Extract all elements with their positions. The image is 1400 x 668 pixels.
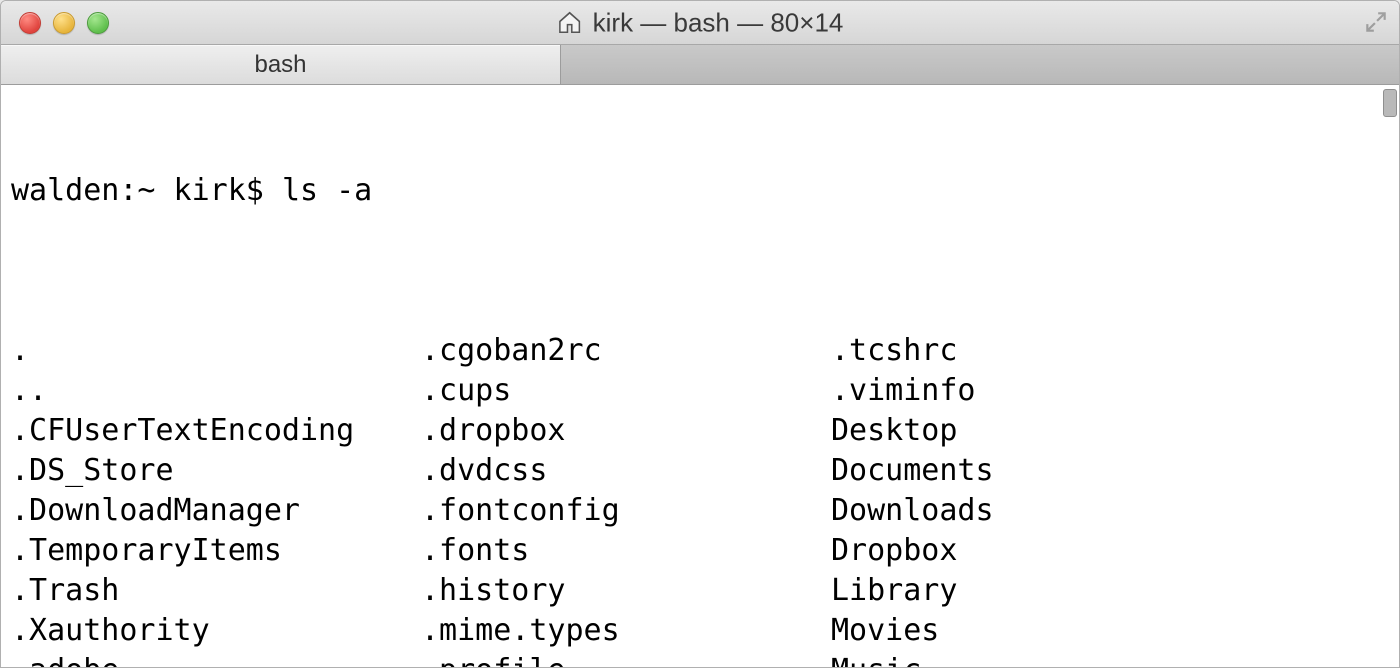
list-item: Downloads xyxy=(831,491,1389,531)
list-item: .DownloadManager xyxy=(11,491,421,531)
list-item: Documents xyxy=(831,451,1389,491)
tab-bash[interactable]: bash xyxy=(1,45,561,84)
window-title-text: kirk — bash — 80×14 xyxy=(593,7,844,38)
list-item: .. xyxy=(11,371,421,411)
list-item: Library xyxy=(831,571,1389,611)
list-item: .history xyxy=(421,571,831,611)
list-item: .dropbox xyxy=(421,411,831,451)
list-item: .mime.types xyxy=(421,611,831,651)
list-item: Movies xyxy=(831,611,1389,651)
ls-output: . .. .CFUserTextEncoding .DS_Store .Down… xyxy=(11,331,1389,667)
fullscreen-icon[interactable] xyxy=(1363,9,1389,35)
list-item: .cgoban2rc xyxy=(421,331,831,371)
list-item: .fonts xyxy=(421,531,831,571)
window-title: kirk — bash — 80×14 xyxy=(557,7,844,38)
prompt-text: walden:~ kirk$ xyxy=(11,171,282,211)
zoom-button[interactable] xyxy=(87,12,109,34)
list-item: .DS_Store xyxy=(11,451,421,491)
command-text: ls -a xyxy=(282,171,372,211)
tab-label: bash xyxy=(254,51,306,79)
list-item: .dvdcss xyxy=(421,451,831,491)
list-item: .tcshrc xyxy=(831,331,1389,371)
titlebar: kirk — bash — 80×14 xyxy=(1,1,1399,45)
list-item: .fontconfig xyxy=(421,491,831,531)
list-item: .CFUserTextEncoding xyxy=(11,411,421,451)
list-item: .profile xyxy=(421,651,831,667)
terminal-window: kirk — bash — 80×14 bash walden:~ kirk$ … xyxy=(0,0,1400,668)
tabbar: bash xyxy=(1,45,1399,85)
ls-column-3: .tcshrc .viminfo Desktop Documents Downl… xyxy=(831,331,1389,667)
list-item: Desktop xyxy=(831,411,1389,451)
ls-column-2: .cgoban2rc .cups .dropbox .dvdcss .fontc… xyxy=(421,331,831,667)
list-item: .cups xyxy=(421,371,831,411)
list-item: .Xauthority xyxy=(11,611,421,651)
vertical-scrollbar[interactable] xyxy=(1383,89,1397,117)
ls-column-1: . .. .CFUserTextEncoding .DS_Store .Down… xyxy=(11,331,421,667)
terminal-output[interactable]: walden:~ kirk$ ls -a . .. .CFUserTextEnc… xyxy=(1,85,1399,667)
close-button[interactable] xyxy=(19,12,41,34)
list-item: . xyxy=(11,331,421,371)
list-item: .adobe xyxy=(11,651,421,667)
list-item: .viminfo xyxy=(831,371,1389,411)
list-item: Music xyxy=(831,651,1389,667)
minimize-button[interactable] xyxy=(53,12,75,34)
window-controls xyxy=(1,12,109,34)
list-item: .TemporaryItems xyxy=(11,531,421,571)
prompt-line-1: walden:~ kirk$ ls -a xyxy=(11,171,1389,211)
home-icon xyxy=(557,10,583,36)
list-item: Dropbox xyxy=(831,531,1389,571)
list-item: .Trash xyxy=(11,571,421,611)
